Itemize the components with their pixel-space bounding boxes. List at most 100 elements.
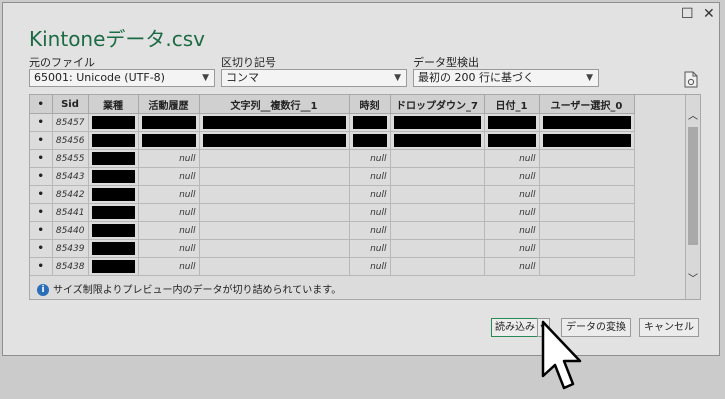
- chevron-up-icon[interactable]: ︿: [688, 107, 698, 122]
- sid-cell: 85438: [52, 257, 89, 276]
- redacted-cell: [390, 113, 485, 132]
- empty-cell: [390, 221, 485, 240]
- cancel-button[interactable]: キャンセル: [639, 318, 699, 337]
- column-header[interactable]: 業種: [88, 95, 139, 114]
- redacted-cell: [88, 257, 139, 276]
- row-bullet: •: [30, 185, 53, 204]
- table-row: • 85438 null null null: [30, 257, 635, 276]
- null-cell: null: [484, 149, 540, 168]
- delimiter-value: コンマ: [226, 71, 259, 84]
- redaction-block: [202, 116, 346, 129]
- null-cell: null: [138, 185, 200, 204]
- empty-cell: [539, 167, 635, 186]
- redacted-cell: [88, 239, 139, 258]
- row-bullet: •: [30, 149, 53, 168]
- maximize-icon[interactable]: ☐: [681, 6, 694, 22]
- load-button[interactable]: 読み込み: [491, 318, 539, 337]
- file-origin-label: 元のファイル: [29, 56, 95, 69]
- row-bullet: •: [30, 239, 53, 258]
- delimiter-select[interactable]: コンマ ▼: [221, 69, 407, 87]
- row-bullet: •: [30, 131, 53, 150]
- preview-grid[interactable]: • Sid 業種 活動履歴 文字列__複数行__1 時刻 ドロップダウン_7 日…: [29, 94, 701, 300]
- info-icon: i: [37, 284, 49, 296]
- empty-cell: [199, 221, 350, 240]
- null-cell: null: [349, 203, 391, 222]
- chevron-down-icon[interactable]: ﹀: [688, 270, 698, 285]
- empty-cell: [199, 203, 350, 222]
- empty-cell: [539, 149, 635, 168]
- column-header[interactable]: Sid: [52, 95, 89, 114]
- redaction-block: [487, 134, 536, 147]
- empty-cell: [199, 239, 350, 258]
- redaction-block: [91, 170, 135, 183]
- redacted-cell: [539, 131, 635, 150]
- redacted-cell: [199, 131, 350, 150]
- empty-cell: [390, 239, 485, 258]
- empty-cell: [539, 203, 635, 222]
- redaction-block: [352, 134, 387, 147]
- empty-cell: [539, 221, 635, 240]
- truncation-notice-text: サイズ制限よりプレビュー内のデータが切り詰められています。: [53, 285, 342, 296]
- redacted-cell: [88, 131, 139, 150]
- redaction-block: [393, 134, 481, 147]
- table-row: • 85443 null null null: [30, 167, 635, 186]
- null-cell: null: [484, 167, 540, 186]
- scrollbar-thumb[interactable]: [688, 127, 698, 245]
- table-row: • 85440 null null null: [30, 221, 635, 240]
- file-origin-select[interactable]: 65001: Unicode (UTF-8) ▼: [29, 69, 215, 87]
- preview-table: • Sid 業種 活動履歴 文字列__複数行__1 時刻 ドロップダウン_7 日…: [30, 95, 635, 276]
- import-dialog: ☐ ✕ Kintoneデータ.csv 元のファイル 65001: Unicode…: [2, 2, 720, 356]
- redaction-block: [393, 116, 481, 129]
- null-cell: null: [349, 239, 391, 258]
- null-cell: null: [484, 185, 540, 204]
- sid-cell: 85456: [52, 131, 89, 150]
- vertical-scrollbar[interactable]: ︿ ﹀: [685, 95, 700, 299]
- redacted-cell: [88, 185, 139, 204]
- table-row: • 85441 null null null: [30, 203, 635, 222]
- null-cell: null: [349, 167, 391, 186]
- redaction-block: [91, 152, 135, 165]
- column-header[interactable]: 時刻: [349, 95, 391, 114]
- empty-cell: [199, 149, 350, 168]
- redaction-block: [141, 134, 196, 147]
- row-bullet: •: [30, 221, 53, 240]
- type-detect-label: データ型検出: [413, 56, 479, 69]
- file-refresh-icon[interactable]: [684, 71, 698, 88]
- chevron-down-icon: ▼: [394, 73, 401, 83]
- redaction-block: [141, 116, 196, 129]
- sid-cell: 85440: [52, 221, 89, 240]
- header-row: • Sid 業種 活動履歴 文字列__複数行__1 時刻 ドロップダウン_7 日…: [30, 95, 635, 114]
- empty-cell: [390, 203, 485, 222]
- empty-cell: [390, 185, 485, 204]
- null-cell: null: [138, 203, 200, 222]
- empty-cell: [390, 167, 485, 186]
- null-cell: null: [349, 185, 391, 204]
- redaction-block: [352, 116, 387, 129]
- column-header[interactable]: •: [30, 95, 53, 114]
- column-header[interactable]: ユーザー選択_0: [539, 95, 635, 114]
- redacted-cell: [199, 113, 350, 132]
- null-cell: null: [349, 149, 391, 168]
- redaction-block: [91, 188, 135, 201]
- null-cell: null: [138, 239, 200, 258]
- column-header[interactable]: 日付_1: [484, 95, 540, 114]
- row-bullet: •: [30, 167, 53, 186]
- row-bullet: •: [30, 203, 53, 222]
- column-header[interactable]: ドロップダウン_7: [390, 95, 485, 114]
- sid-cell: 85443: [52, 167, 89, 186]
- column-header[interactable]: 活動履歴: [138, 95, 200, 114]
- null-cell: null: [484, 257, 540, 276]
- type-detect-select[interactable]: 最初の 200 行に基づく ▼: [413, 69, 599, 87]
- redaction-block: [91, 242, 135, 255]
- close-icon[interactable]: ✕: [703, 6, 715, 22]
- empty-cell: [199, 185, 350, 204]
- redaction-block: [542, 134, 631, 147]
- column-header[interactable]: 文字列__複数行__1: [199, 95, 350, 114]
- type-detect-value: 最初の 200 行に基づく: [418, 71, 534, 84]
- redacted-cell: [88, 113, 139, 132]
- row-bullet: •: [30, 257, 53, 276]
- redacted-cell: [349, 131, 391, 150]
- chevron-down-icon: ▼: [202, 73, 209, 83]
- sid-cell: 85442: [52, 185, 89, 204]
- truncation-notice: i サイズ制限よりプレビュー内のデータが切り詰められています。: [37, 281, 341, 296]
